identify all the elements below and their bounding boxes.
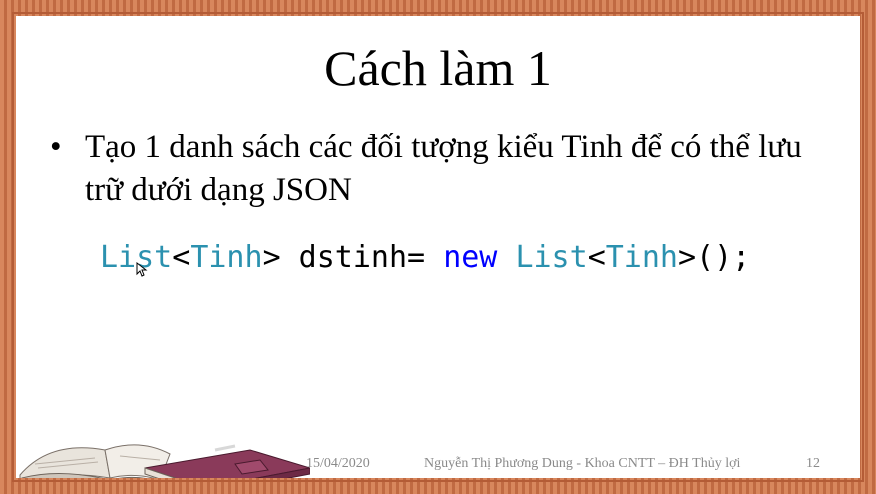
code-token: Tinh <box>605 240 678 275</box>
slide-title: Cách làm 1 <box>324 40 552 96</box>
slide-canvas: Cách làm 1 • Tạo 1 danh sách các đối tượ… <box>16 16 860 478</box>
code-token: >(); <box>678 240 751 275</box>
bullet-marker: • <box>50 129 62 165</box>
code-token: Tinh <box>190 240 263 275</box>
slide-number: 12 <box>806 456 820 471</box>
code-token: List <box>515 240 588 275</box>
bullet-text: Tạo 1 danh sách các đối tượng kiểu Tinh … <box>85 129 802 208</box>
code-token: > dstinh= <box>262 240 444 275</box>
code-token: new <box>443 240 498 275</box>
mouse-pointer-icon <box>136 262 148 277</box>
code-token: < <box>587 240 606 275</box>
footer-date: 15/04/2020 <box>306 456 370 471</box>
open-books-illustration <box>19 444 310 478</box>
code-line: List<Tinh> dstinh= new List<Tinh>(); <box>100 236 750 280</box>
code-token: < <box>172 240 191 275</box>
footer-author: Nguyễn Thị Phương Dung - Khoa CNTT – ĐH … <box>424 456 741 471</box>
